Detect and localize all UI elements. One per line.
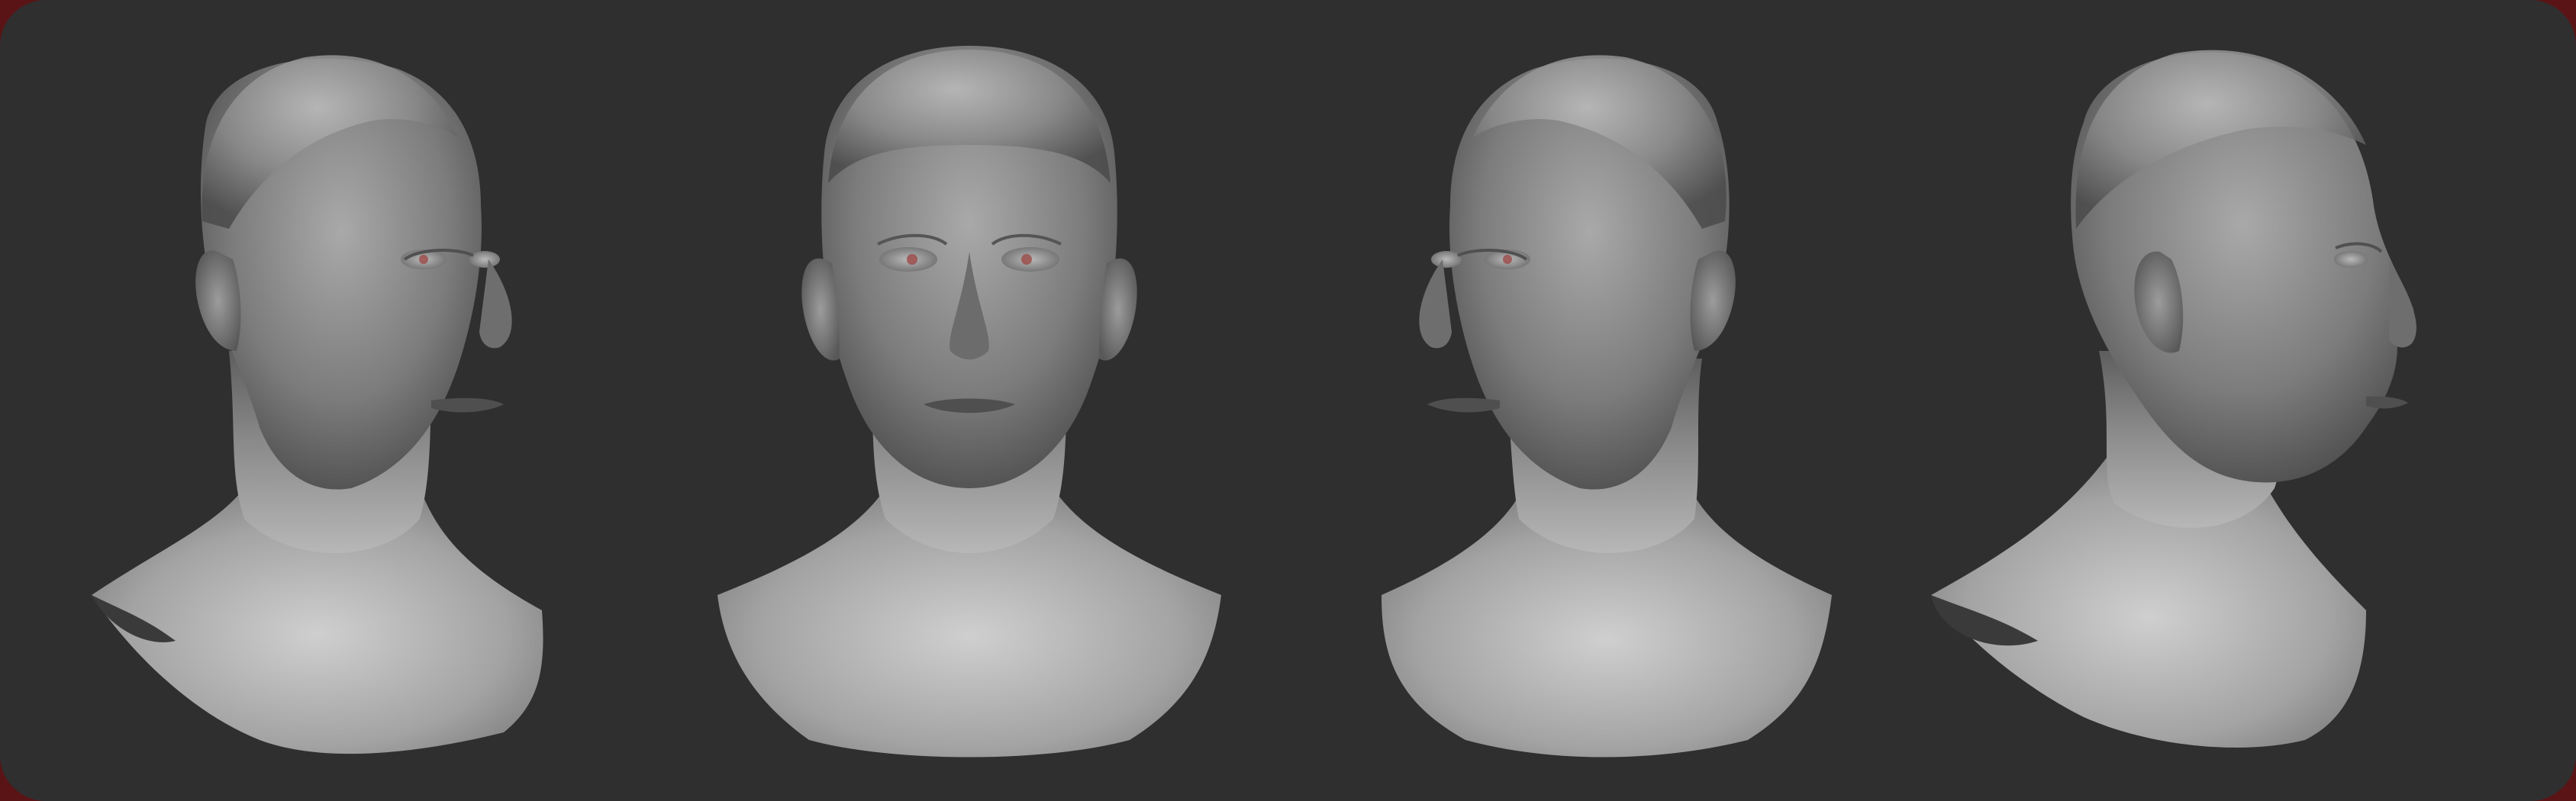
head-render-profile-right (1908, 31, 2488, 793)
head-sculpt-three-quarter-right (92, 55, 543, 754)
head-sculpt-profile-right (1931, 50, 2416, 748)
head-render-front (702, 31, 1236, 793)
head-sculpt-front (717, 46, 1221, 758)
head-sculpt-three-quarter-left (1381, 55, 1832, 758)
render-canvas (0, 0, 2576, 801)
head-render-three-quarter-right (76, 31, 565, 793)
head-render-three-quarter-left (1366, 31, 1855, 793)
